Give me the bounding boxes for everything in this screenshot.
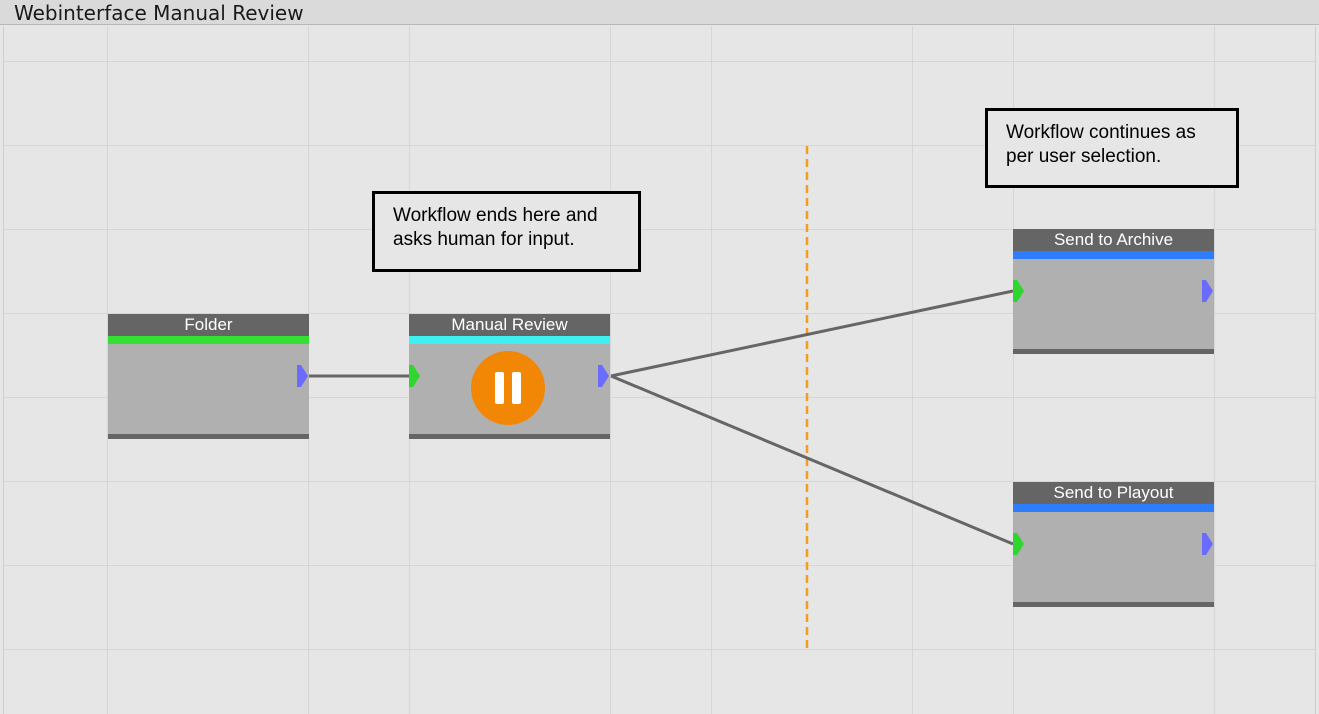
node-folder[interactable]: Folder (108, 314, 309, 439)
output-port-icon[interactable] (297, 365, 308, 387)
pause-bar (512, 372, 521, 404)
node-send-to-archive[interactable]: Send to Archive (1013, 229, 1214, 354)
node-footer (409, 434, 610, 439)
node-footer (108, 434, 309, 439)
node-status-stripe (409, 336, 610, 344)
node-title: Folder (108, 314, 309, 336)
note-workflow-continues: Workflow continues as per user selection… (985, 108, 1239, 188)
node-body (1013, 259, 1214, 349)
node-status-stripe (1013, 251, 1214, 259)
input-port-icon[interactable] (1013, 533, 1024, 555)
node-status-stripe (108, 336, 309, 344)
connection-manual-review-to-playout[interactable] (610, 374, 1014, 546)
node-body (108, 344, 309, 434)
node-send-to-playout[interactable]: Send to Playout (1013, 482, 1214, 607)
node-title: Manual Review (409, 314, 610, 336)
output-port-icon[interactable] (1202, 280, 1213, 302)
note-text: Workflow ends here and asks human for in… (393, 205, 598, 250)
node-footer (1013, 349, 1214, 354)
input-port-icon[interactable] (1013, 280, 1024, 302)
node-manual-review[interactable]: Manual Review (409, 314, 610, 439)
node-title: Send to Archive (1013, 229, 1214, 251)
node-footer (1013, 602, 1214, 607)
output-port-icon[interactable] (598, 365, 609, 387)
note-workflow-ends: Workflow ends here and asks human for in… (372, 191, 641, 272)
input-port-icon[interactable] (409, 365, 420, 387)
node-status-stripe (1013, 504, 1214, 512)
connection-manual-review-to-archive[interactable] (610, 289, 1014, 378)
node-title: Send to Playout (1013, 482, 1214, 504)
output-port-icon[interactable] (1202, 533, 1213, 555)
pause-bar (495, 372, 504, 404)
pause-icon[interactable] (471, 351, 545, 425)
note-text: Workflow continues as per user selection… (1006, 122, 1196, 167)
node-body (1013, 512, 1214, 602)
